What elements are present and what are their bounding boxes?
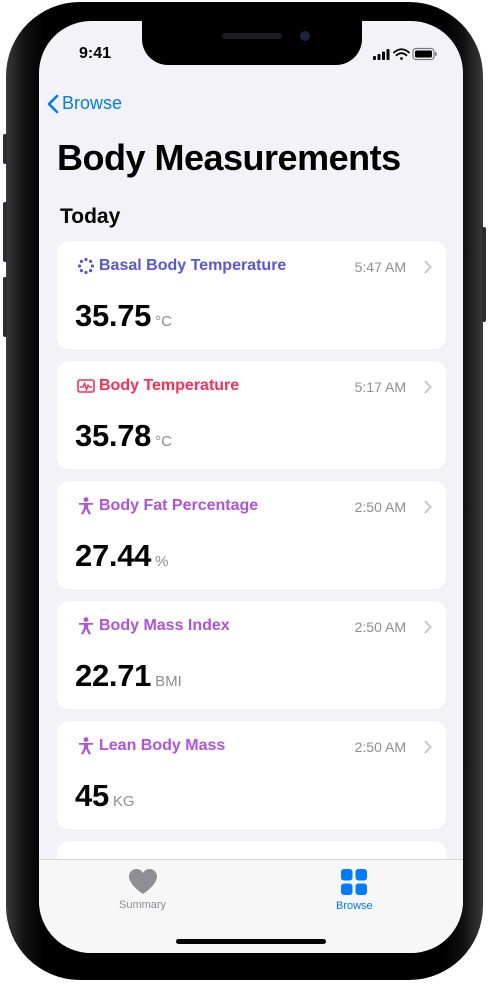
- back-button[interactable]: Browse: [47, 93, 122, 114]
- card-body-mass-index[interactable]: Body Mass Index 2:50 AM 22.71 BMI: [57, 601, 446, 709]
- card-body-fat-percentage[interactable]: Body Fat Percentage 2:50 AM 27.44 %: [57, 481, 446, 589]
- card-unit: %: [155, 553, 169, 570]
- card-title: Basal Body Temperature: [99, 257, 287, 274]
- card-basal-body-temperature[interactable]: Basal Body Temperature 5:47 AM 35.75 °C: [57, 241, 446, 349]
- speaker: [222, 33, 282, 39]
- chevron-left-icon: [47, 94, 59, 113]
- chevron-right-icon: [424, 620, 432, 634]
- tab-browse[interactable]: Browse: [336, 868, 373, 912]
- card-title: Body Mass Index: [99, 617, 230, 634]
- card-value: 45: [75, 778, 109, 813]
- card-title: Lean Body Mass: [99, 737, 226, 754]
- card-lean-body-mass[interactable]: Lean Body Mass 2:50 AM 45 KG: [57, 721, 446, 829]
- mute-switch: [3, 134, 7, 164]
- card-value: 22.71: [75, 658, 152, 693]
- card-unit: °C: [155, 433, 172, 450]
- status-time: 9:41: [79, 45, 112, 62]
- volume-down-button: [3, 277, 7, 337]
- phone-frame: 9:41 Browse Body Measurements Today Basa…: [3, 2, 486, 980]
- card-time: 2:50 AM: [354, 739, 406, 755]
- notch: [142, 21, 362, 65]
- signal-icon: [373, 49, 390, 60]
- page-title: Body Measurements: [57, 137, 401, 178]
- person-figure-icon: [77, 497, 95, 515]
- chevron-right-icon: [424, 260, 432, 274]
- home-indicator[interactable]: [176, 939, 326, 944]
- tab-summary[interactable]: Summary: [119, 868, 166, 911]
- front-camera: [300, 31, 310, 41]
- grid-icon: [341, 869, 368, 895]
- card-value: 27.44: [75, 538, 152, 573]
- wifi-icon: [393, 48, 410, 60]
- person-figure-icon: [77, 737, 95, 755]
- person-figure-icon: [77, 617, 95, 635]
- battery-icon: [412, 47, 437, 61]
- status-icons: [373, 47, 437, 61]
- card-unit: KG: [112, 793, 135, 810]
- basal-temperature-icon: [77, 257, 95, 275]
- card-time: 2:50 AM: [354, 499, 406, 515]
- card-value: 35.75: [75, 298, 152, 333]
- heart-icon: [128, 869, 157, 894]
- card-body-temperature[interactable]: Body Temperature 5:17 AM 35.78 °C: [57, 361, 446, 469]
- card-title: Body Temperature: [99, 377, 240, 394]
- card-title: Body Fat Percentage: [99, 497, 259, 514]
- volume-up-button: [3, 202, 7, 262]
- card-value: 35.78: [75, 418, 152, 453]
- thermometer-chart-icon: [77, 377, 95, 395]
- chevron-right-icon: [424, 740, 432, 754]
- card-time: 2:50 AM: [354, 619, 406, 635]
- card-time: 5:17 AM: [354, 379, 406, 395]
- card-unit: °C: [155, 313, 172, 330]
- screen: 9:41 Browse Body Measurements Today Basa…: [39, 21, 463, 953]
- power-button: [482, 227, 486, 322]
- chevron-right-icon: [424, 380, 432, 394]
- tab-browse-label: Browse: [336, 900, 373, 912]
- section-header-today: Today: [60, 205, 121, 228]
- tab-summary-label: Summary: [119, 899, 167, 911]
- card-unit: BMI: [155, 673, 182, 690]
- chevron-right-icon: [424, 500, 432, 514]
- card-time: 5:47 AM: [354, 259, 406, 275]
- back-label: Browse: [62, 93, 123, 113]
